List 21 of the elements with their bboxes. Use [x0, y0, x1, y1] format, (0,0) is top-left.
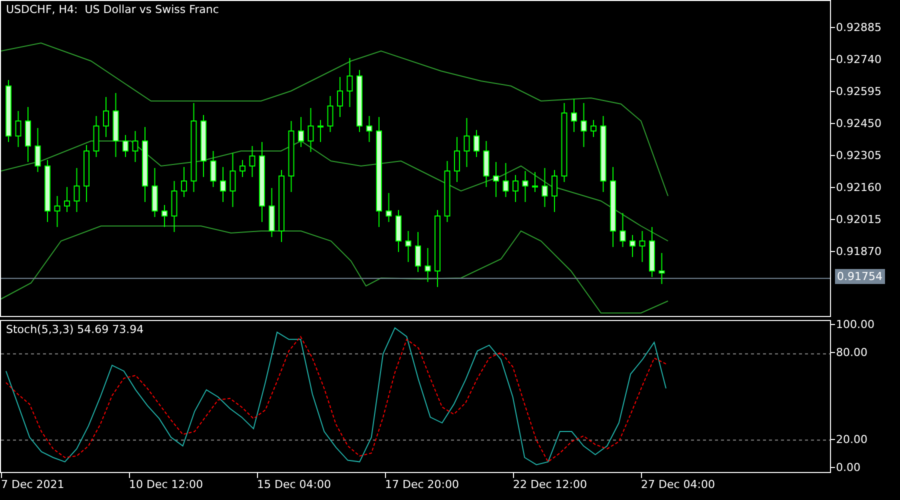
price-label: 0.92740: [836, 52, 882, 66]
level-label: 100.00: [836, 318, 874, 331]
price-label: 0.92450: [836, 116, 882, 130]
time-label: 7 Dec 2021: [1, 478, 66, 491]
level-label: 20.00: [836, 432, 868, 446]
time-label: 22 Dec 12:00: [513, 478, 588, 491]
time-label: 27 Dec 04:00: [641, 478, 716, 491]
indicator-label: Stoch(5,3,3) 54.69 73.94: [6, 323, 144, 336]
price-label: 0.92595: [836, 84, 882, 98]
time-label: 10 Dec 12:00: [129, 478, 204, 491]
price-label: 0.92160: [836, 181, 882, 194]
price-label: 0.92305: [836, 148, 882, 162]
chart-title: USDCHF, H4: US Dollar vs Swiss Franc: [6, 3, 219, 16]
price-label: 0.92015: [836, 213, 882, 226]
time-label: 15 Dec 04:00: [257, 478, 332, 491]
price-label: 0.92885: [836, 20, 882, 34]
level-label: 0.00: [836, 461, 860, 474]
time-label: 17 Dec 20:00: [385, 478, 460, 491]
level-label: 80.00: [836, 346, 868, 360]
price-label: 0.91870: [836, 245, 882, 258]
current-price-label: 0.91754: [835, 269, 884, 284]
